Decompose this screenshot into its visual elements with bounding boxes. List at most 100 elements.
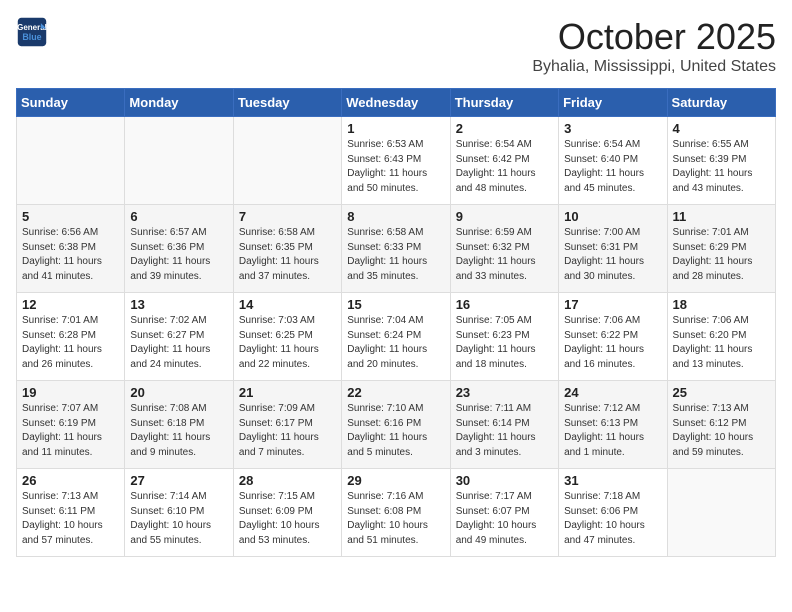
day-info: Sunrise: 7:07 AM Sunset: 6:19 PM Dayligh… xyxy=(22,402,119,460)
day-info: Sunrise: 7:13 AM Sunset: 6:12 PM Dayligh… xyxy=(673,402,770,460)
day-info: Sunrise: 7:13 AM Sunset: 6:11 PM Dayligh… xyxy=(22,490,119,548)
day-info: Sunrise: 7:02 AM Sunset: 6:27 PM Dayligh… xyxy=(130,314,227,372)
page-header: General Blue October 2025 Byhalia, Missi… xyxy=(16,16,776,76)
day-number: 8 xyxy=(347,209,444,224)
calendar-cell: 14 Sunrise: 7:03 AM Sunset: 6:25 PM Dayli… xyxy=(233,293,341,381)
calendar-cell: 5 Sunrise: 6:56 AM Sunset: 6:38 PM Daylig… xyxy=(17,205,125,293)
calendar-cell: 20Sunrise: 7:08 AM Sunset: 6:18 PM Dayli… xyxy=(125,381,233,469)
day-number: 11 xyxy=(673,209,770,224)
calendar-cell: 8Sunrise: 6:58 AM Sunset: 6:33 PM Daylig… xyxy=(342,205,450,293)
calendar-cell: 30Sunrise: 7:17 AM Sunset: 6:07 PM Dayli… xyxy=(450,469,558,557)
day-info: Sunrise: 6:59 AM Sunset: 6:32 PM Dayligh… xyxy=(456,226,553,284)
day-info: Sunrise: 7:11 AM Sunset: 6:14 PM Dayligh… xyxy=(456,402,553,460)
weekday-header-tuesday: Tuesday xyxy=(233,89,341,117)
day-info: Sunrise: 7:18 AM Sunset: 6:06 PM Dayligh… xyxy=(564,490,661,548)
day-info: Sunrise: 6:56 AM Sunset: 6:38 PM Dayligh… xyxy=(22,226,119,284)
day-number: 7 xyxy=(239,209,336,224)
calendar-week-4: 19 Sunrise: 7:07 AM Sunset: 6:19 PM Dayli… xyxy=(17,381,776,469)
logo-icon: General Blue xyxy=(16,16,48,48)
title-block: October 2025 Byhalia, Mississippi, Unite… xyxy=(532,16,776,76)
calendar-cell: 26 Sunrise: 7:13 AM Sunset: 6:11 PM Dayli… xyxy=(17,469,125,557)
day-info: Sunrise: 7:16 AM Sunset: 6:08 PM Dayligh… xyxy=(347,490,444,548)
calendar-week-3: 12 Sunrise: 7:01 AM Sunset: 6:28 PM Dayli… xyxy=(17,293,776,381)
weekday-header-thursday: Thursday xyxy=(450,89,558,117)
calendar-cell: 11 Sunrise: 7:01 AM Sunset: 6:29 PM Dayli… xyxy=(667,205,775,293)
calendar-cell: 7 Sunrise: 6:58 AM Sunset: 6:35 PM Daylig… xyxy=(233,205,341,293)
calendar-cell xyxy=(17,117,125,205)
day-info: Sunrise: 7:08 AM Sunset: 6:18 PM Dayligh… xyxy=(130,402,227,460)
weekday-header-row: SundayMondayTuesdayWednesdayThursdayFrid… xyxy=(17,89,776,117)
month-title: October 2025 xyxy=(532,16,776,58)
day-info: Sunrise: 6:58 AM Sunset: 6:35 PM Dayligh… xyxy=(239,226,336,284)
calendar-table: SundayMondayTuesdayWednesdayThursdayFrid… xyxy=(16,88,776,557)
weekday-header-monday: Monday xyxy=(125,89,233,117)
weekday-header-saturday: Saturday xyxy=(667,89,775,117)
day-number: 14 xyxy=(239,297,336,312)
day-info: Sunrise: 7:04 AM Sunset: 6:24 PM Dayligh… xyxy=(347,314,444,372)
calendar-cell xyxy=(667,469,775,557)
calendar-cell: 16Sunrise: 7:05 AM Sunset: 6:23 PM Dayli… xyxy=(450,293,558,381)
day-info: Sunrise: 7:01 AM Sunset: 6:29 PM Dayligh… xyxy=(673,226,770,284)
day-number: 23 xyxy=(456,385,553,400)
day-info: Sunrise: 7:14 AM Sunset: 6:10 PM Dayligh… xyxy=(130,490,227,548)
calendar-cell: 25Sunrise: 7:13 AM Sunset: 6:12 PM Dayli… xyxy=(667,381,775,469)
day-number: 17 xyxy=(564,297,661,312)
day-info: Sunrise: 7:09 AM Sunset: 6:17 PM Dayligh… xyxy=(239,402,336,460)
calendar-cell: 12 Sunrise: 7:01 AM Sunset: 6:28 PM Dayli… xyxy=(17,293,125,381)
day-number: 3 xyxy=(564,121,661,136)
day-number: 5 xyxy=(22,209,119,224)
day-number: 6 xyxy=(130,209,227,224)
day-number: 21 xyxy=(239,385,336,400)
calendar-cell: 17 Sunrise: 7:06 AM Sunset: 6:22 PM Dayli… xyxy=(559,293,667,381)
calendar-cell: 6 Sunrise: 6:57 AM Sunset: 6:36 PM Daylig… xyxy=(125,205,233,293)
day-number: 18 xyxy=(673,297,770,312)
day-info: Sunrise: 6:57 AM Sunset: 6:36 PM Dayligh… xyxy=(130,226,227,284)
calendar-cell: 10Sunrise: 7:00 AM Sunset: 6:31 PM Dayli… xyxy=(559,205,667,293)
day-number: 31 xyxy=(564,473,661,488)
day-info: Sunrise: 7:15 AM Sunset: 6:09 PM Dayligh… xyxy=(239,490,336,548)
calendar-cell: 13 Sunrise: 7:02 AM Sunset: 6:27 PM Dayli… xyxy=(125,293,233,381)
calendar-cell: 15 Sunrise: 7:04 AM Sunset: 6:24 PM Dayli… xyxy=(342,293,450,381)
calendar-cell: 27 Sunrise: 7:14 AM Sunset: 6:10 PM Dayli… xyxy=(125,469,233,557)
calendar-cell: 24Sunrise: 7:12 AM Sunset: 6:13 PM Dayli… xyxy=(559,381,667,469)
day-number: 2 xyxy=(456,121,553,136)
day-info: Sunrise: 6:55 AM Sunset: 6:39 PM Dayligh… xyxy=(673,138,770,196)
calendar-cell: 4 Sunrise: 6:55 AM Sunset: 6:39 PM Daylig… xyxy=(667,117,775,205)
day-number: 12 xyxy=(22,297,119,312)
weekday-header-friday: Friday xyxy=(559,89,667,117)
calendar-week-5: 26 Sunrise: 7:13 AM Sunset: 6:11 PM Dayli… xyxy=(17,469,776,557)
weekday-header-sunday: Sunday xyxy=(17,89,125,117)
day-info: Sunrise: 7:05 AM Sunset: 6:23 PM Dayligh… xyxy=(456,314,553,372)
day-info: Sunrise: 7:06 AM Sunset: 6:20 PM Dayligh… xyxy=(673,314,770,372)
svg-text:Blue: Blue xyxy=(22,32,41,42)
day-info: Sunrise: 6:54 AM Sunset: 6:40 PM Dayligh… xyxy=(564,138,661,196)
calendar-cell: 19 Sunrise: 7:07 AM Sunset: 6:19 PM Dayli… xyxy=(17,381,125,469)
weekday-header-wednesday: Wednesday xyxy=(342,89,450,117)
day-info: Sunrise: 7:06 AM Sunset: 6:22 PM Dayligh… xyxy=(564,314,661,372)
day-info: Sunrise: 7:01 AM Sunset: 6:28 PM Dayligh… xyxy=(22,314,119,372)
day-number: 15 xyxy=(347,297,444,312)
calendar-week-1: 1Sunrise: 6:53 AM Sunset: 6:43 PM Daylig… xyxy=(17,117,776,205)
day-number: 26 xyxy=(22,473,119,488)
day-number: 9 xyxy=(456,209,553,224)
calendar-cell: 21 Sunrise: 7:09 AM Sunset: 6:17 PM Dayli… xyxy=(233,381,341,469)
day-number: 1 xyxy=(347,121,444,136)
calendar-cell: 22 Sunrise: 7:10 AM Sunset: 6:16 PM Dayli… xyxy=(342,381,450,469)
day-number: 27 xyxy=(130,473,227,488)
day-info: Sunrise: 7:03 AM Sunset: 6:25 PM Dayligh… xyxy=(239,314,336,372)
day-info: Sunrise: 6:54 AM Sunset: 6:42 PM Dayligh… xyxy=(456,138,553,196)
day-info: Sunrise: 7:10 AM Sunset: 6:16 PM Dayligh… xyxy=(347,402,444,460)
day-number: 30 xyxy=(456,473,553,488)
day-number: 10 xyxy=(564,209,661,224)
day-number: 24 xyxy=(564,385,661,400)
day-number: 4 xyxy=(673,121,770,136)
calendar-cell: 23 Sunrise: 7:11 AM Sunset: 6:14 PM Dayli… xyxy=(450,381,558,469)
location: Byhalia, Mississippi, United States xyxy=(532,58,776,76)
day-number: 13 xyxy=(130,297,227,312)
calendar-cell xyxy=(233,117,341,205)
calendar-week-2: 5 Sunrise: 6:56 AM Sunset: 6:38 PM Daylig… xyxy=(17,205,776,293)
day-number: 28 xyxy=(239,473,336,488)
day-number: 19 xyxy=(22,385,119,400)
calendar-cell: 29Sunrise: 7:16 AM Sunset: 6:08 PM Dayli… xyxy=(342,469,450,557)
day-number: 22 xyxy=(347,385,444,400)
